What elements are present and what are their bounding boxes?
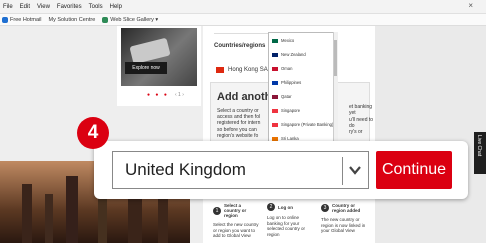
building-shape <box>158 196 168 243</box>
step-body: Select the new country or region you wan… <box>213 222 259 238</box>
right-background <box>375 26 486 243</box>
favorite-hotmail[interactable]: Free Hotmail <box>2 16 41 23</box>
dropdown-option[interactable]: Qatar <box>272 92 291 101</box>
menu-view[interactable]: View <box>37 4 50 10</box>
flag-icon <box>272 38 278 43</box>
hong-kong-row[interactable]: Hong Kong SAR <box>216 67 272 73</box>
flag-icon <box>272 52 278 57</box>
live-chat-label: Live Chat <box>476 135 482 157</box>
web-slice-icon <box>102 16 109 23</box>
dropdown-option[interactable]: Mexico <box>272 36 294 45</box>
hong-kong-flag-icon <box>216 67 224 73</box>
dropdown-option[interactable]: Singapore (Private Banking) <box>272 120 333 129</box>
divider <box>342 157 343 185</box>
promo-panel: Explore now ● ● ● ‹ 1 › <box>117 26 201 106</box>
steps-row: 1Select a country or region Select the n… <box>213 203 373 243</box>
promo-image <box>121 28 197 86</box>
building-shape <box>45 194 53 243</box>
countries-title: Countries/regions <box>214 43 266 49</box>
live-chat-tab[interactable]: Live Chat <box>474 132 486 174</box>
step-title: Select a country or region <box>224 203 247 218</box>
step-body: Log on to online banking for your select… <box>267 215 306 237</box>
step-badge: 4 <box>77 117 109 149</box>
hotmail-icon <box>2 16 8 23</box>
dropdown-option[interactable]: Singapore <box>272 106 300 115</box>
dropdown-option[interactable]: Oman <box>272 64 292 73</box>
building-shape <box>98 198 107 243</box>
country-select[interactable]: United Kingdom <box>112 151 369 189</box>
menu-favorites[interactable]: Favorites <box>57 4 82 10</box>
menu-help[interactable]: Help <box>110 4 122 10</box>
step-number: 2 <box>267 203 275 211</box>
step-number: 3 <box>321 204 329 212</box>
menu-edit[interactable]: Edit <box>20 4 30 10</box>
device-shape <box>129 37 171 65</box>
chevron-down-icon[interactable] <box>347 162 363 178</box>
flag-icon <box>272 108 278 113</box>
country-select-value: United Kingdom <box>125 160 246 179</box>
close-icon[interactable]: × <box>468 1 473 10</box>
dropdown-scroll-thumb[interactable] <box>334 40 337 76</box>
flag-icon <box>272 136 278 141</box>
step-1: 1Select a country or region Select the n… <box>213 203 263 239</box>
step-body: The new country or region is now linked … <box>321 217 366 233</box>
flag-icon <box>272 94 278 99</box>
carousel-dots[interactable]: ● ● ● <box>147 92 169 98</box>
flag-icon <box>272 80 278 85</box>
step-title: Log on <box>278 204 293 210</box>
dropdown-option[interactable]: Philippines <box>272 78 301 87</box>
building-shape <box>66 176 78 243</box>
flag-icon <box>272 122 278 127</box>
favorites-bar: Free Hotmail My Solution Centre Web Slic… <box>0 14 486 26</box>
menu-tools[interactable]: Tools <box>89 4 103 10</box>
flag-icon <box>272 66 278 71</box>
favorite-solution-centre[interactable]: My Solution Centre <box>48 17 95 23</box>
favorite-web-slice-gallery[interactable]: Web Slice Gallery ▾ <box>102 16 158 23</box>
explore-now-button[interactable]: Explore now <box>125 62 167 74</box>
page-content: Explore now ● ● ● ‹ 1 › Countries/region… <box>0 26 486 243</box>
step-2: 2 Log on Log on to online banking for you… <box>267 203 317 237</box>
dropdown-option[interactable]: New Zealand <box>272 50 306 59</box>
step-title: Country or region added <box>332 203 361 213</box>
continue-button[interactable]: Continue <box>376 151 452 189</box>
step-number: 1 <box>213 206 221 215</box>
divider <box>214 33 270 34</box>
menu-file[interactable]: File <box>3 4 13 10</box>
browser-menu-bar: File Edit View Favorites Tools Help × <box>0 0 486 14</box>
building-shape <box>22 184 32 243</box>
step-3: 3 Country or region added The new country… <box>321 203 371 234</box>
carousel-pager[interactable]: ‹ 1 › <box>175 92 184 98</box>
